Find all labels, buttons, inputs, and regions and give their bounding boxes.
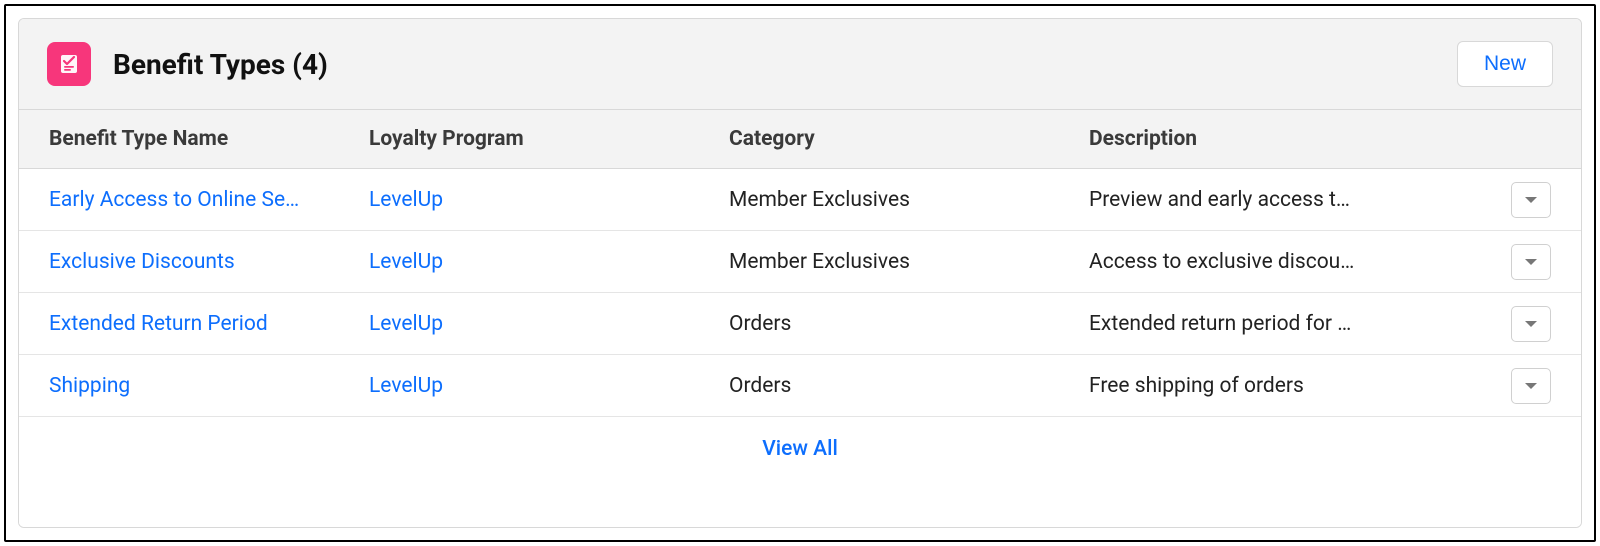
panel-header: Benefit Types (4) New — [19, 19, 1581, 110]
description-cell: Extended return period for … — [1089, 312, 1511, 336]
description-cell: Free shipping of orders — [1089, 374, 1511, 398]
description-cell: Access to exclusive discou… — [1089, 250, 1511, 274]
col-header-loyalty[interactable]: Loyalty Program — [369, 127, 729, 151]
benefit-name-link[interactable]: Extended Return Period — [49, 312, 268, 336]
benefit-types-panel: Benefit Types (4) New Benefit Type Name … — [18, 18, 1582, 528]
row-actions-menu[interactable] — [1511, 244, 1551, 280]
panel-footer: View All — [19, 417, 1581, 527]
category-cell: Orders — [729, 312, 1089, 336]
benefit-name-link[interactable]: Shipping — [49, 374, 130, 398]
table-row: Shipping LevelUp Orders Free shipping of… — [19, 355, 1581, 417]
new-button[interactable]: New — [1457, 41, 1553, 87]
screenshot-frame: Benefit Types (4) New Benefit Type Name … — [4, 4, 1596, 542]
view-all-link[interactable]: View All — [762, 437, 838, 461]
table-row: Extended Return Period LevelUp Orders Ex… — [19, 293, 1581, 355]
row-actions-menu[interactable] — [1511, 182, 1551, 218]
loyalty-program-link[interactable]: LevelUp — [369, 250, 443, 274]
col-header-description[interactable]: Description — [1089, 127, 1511, 151]
description-cell: Preview and early access t… — [1089, 188, 1511, 212]
benefit-name-link[interactable]: Exclusive Discounts — [49, 250, 235, 274]
chevron-down-icon — [1524, 381, 1538, 391]
chevron-down-icon — [1524, 257, 1538, 267]
loyalty-program-link[interactable]: LevelUp — [369, 188, 443, 212]
chevron-down-icon — [1524, 195, 1538, 205]
loyalty-program-link[interactable]: LevelUp — [369, 312, 443, 336]
loyalty-program-link[interactable]: LevelUp — [369, 374, 443, 398]
benefit-name-link[interactable]: Early Access to Online Se… — [49, 188, 299, 212]
category-cell: Orders — [729, 374, 1089, 398]
category-cell: Member Exclusives — [729, 188, 1089, 212]
row-actions-menu[interactable] — [1511, 368, 1551, 404]
category-cell: Member Exclusives — [729, 250, 1089, 274]
column-headers: Benefit Type Name Loyalty Program Catego… — [19, 110, 1581, 169]
panel-title: Benefit Types (4) — [113, 48, 328, 81]
col-header-category[interactable]: Category — [729, 127, 1089, 151]
chevron-down-icon — [1524, 319, 1538, 329]
row-actions-menu[interactable] — [1511, 306, 1551, 342]
benefit-types-icon — [47, 42, 91, 86]
table-row: Exclusive Discounts LevelUp Member Exclu… — [19, 231, 1581, 293]
col-header-name[interactable]: Benefit Type Name — [19, 127, 369, 151]
table-row: Early Access to Online Se… LevelUp Membe… — [19, 169, 1581, 231]
